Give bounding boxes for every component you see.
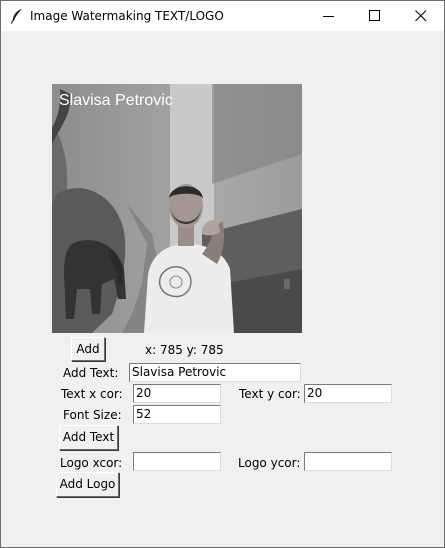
close-icon — [415, 10, 427, 22]
add-logo-button[interactable]: Add Logo — [56, 472, 119, 497]
minimize-button[interactable] — [306, 1, 352, 31]
app-window: Image Watermaking TEXT/LOGO Slavisa Petr… — [0, 0, 445, 548]
close-button[interactable] — [398, 1, 444, 31]
font-size-input[interactable]: 52 — [133, 405, 221, 424]
maximize-icon — [369, 10, 380, 21]
watermark-text-overlay: Slavisa Petrovic — [59, 92, 173, 109]
coordinates-readout: x: 785 y: 785 — [145, 343, 224, 357]
title-bar[interactable]: Image Watermaking TEXT/LOGO — [1, 1, 444, 31]
logo-x-input[interactable] — [133, 452, 221, 471]
logo-x-label: Logo xcor: — [60, 456, 123, 470]
maximize-button[interactable] — [352, 1, 398, 31]
font-size-label: Font Size: — [63, 408, 122, 422]
add-text-label: Add Text: — [63, 366, 119, 380]
add-text-button[interactable]: Add Text — [59, 425, 118, 450]
window-title: Image Watermaking TEXT/LOGO — [30, 9, 224, 23]
image-preview: Slavisa Petrovic — [52, 84, 302, 333]
watermark-text-input[interactable]: Slavisa Petrovic — [129, 363, 301, 382]
text-x-label: Text x cor: — [61, 387, 123, 401]
add-image-button[interactable]: Add — [71, 337, 105, 361]
feather-icon — [10, 8, 24, 24]
logo-y-label: Logo ycor: — [238, 456, 301, 470]
preview-photo — [52, 84, 302, 333]
text-x-input[interactable]: 20 — [133, 384, 221, 403]
text-y-label: Text y cor: — [239, 387, 301, 401]
text-y-input[interactable]: 20 — [304, 384, 392, 403]
minimize-icon — [323, 16, 334, 17]
logo-y-input[interactable] — [304, 452, 392, 471]
